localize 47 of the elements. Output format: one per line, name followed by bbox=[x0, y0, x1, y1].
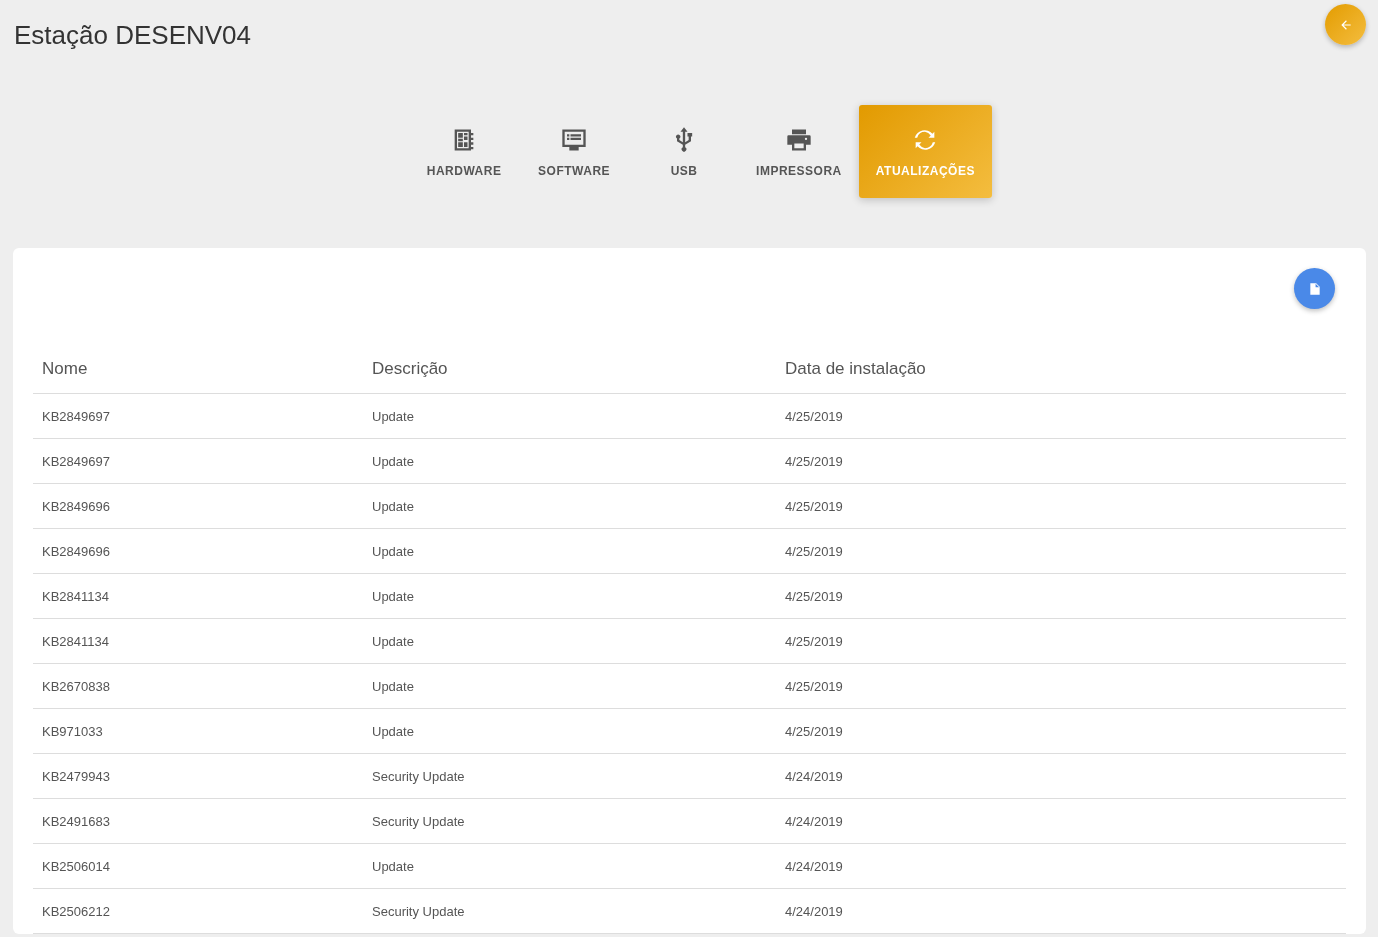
table-cell: 4/25/2019 bbox=[776, 618, 1346, 664]
table-cell: KB2849697 bbox=[33, 438, 363, 484]
table-cell: 4/25/2019 bbox=[776, 393, 1346, 439]
table-cell: Update bbox=[363, 708, 776, 754]
table-cell: 4/24/2019 bbox=[776, 753, 1346, 799]
table-cell: 4/24/2019 bbox=[776, 888, 1346, 934]
column-header: Nome bbox=[33, 345, 363, 394]
table-cell: Security Update bbox=[363, 798, 776, 844]
table-cell: KB2841134 bbox=[33, 618, 363, 664]
tab[interactable]: SOFTWARE bbox=[519, 105, 630, 198]
table-cell: 4/25/2019 bbox=[776, 438, 1346, 484]
table-cell: Update bbox=[363, 663, 776, 709]
table-cell: KB2506014 bbox=[33, 843, 363, 889]
tab[interactable]: IMPRESSORA bbox=[739, 105, 859, 198]
table-cell: Update bbox=[363, 438, 776, 484]
table-cell: KB971033 bbox=[33, 708, 363, 754]
table-cell: 4/25/2019 bbox=[776, 573, 1346, 619]
table-cell: KB2479943 bbox=[33, 753, 363, 799]
table-cell: Update bbox=[363, 618, 776, 664]
table-cell: Update bbox=[363, 573, 776, 619]
table-cell: Update bbox=[363, 393, 776, 439]
table-cell: KB2491683 bbox=[33, 798, 363, 844]
table-cell: 4/25/2019 bbox=[776, 708, 1346, 754]
table-cell: Update bbox=[363, 528, 776, 574]
table-cell: 4/24/2019 bbox=[776, 843, 1346, 889]
table-cell: Update bbox=[363, 843, 776, 889]
table-cell: KB2506212 bbox=[33, 888, 363, 934]
table-cell: KB2849696 bbox=[33, 483, 363, 529]
table-cell: 4/25/2019 bbox=[776, 483, 1346, 529]
table-cell: Security Update bbox=[363, 888, 776, 934]
column-header: Data de instalação bbox=[776, 345, 1346, 394]
document-icon bbox=[1307, 281, 1322, 296]
page-title: Estação DESENV04 bbox=[14, 20, 251, 51]
export-document-button[interactable] bbox=[1294, 268, 1335, 309]
column-header: Descrição bbox=[363, 345, 776, 394]
table-cell: KB2849697 bbox=[33, 393, 363, 439]
back-button[interactable] bbox=[1325, 4, 1366, 45]
table-cell: KB2670838 bbox=[33, 663, 363, 709]
table-cell: KB2841134 bbox=[33, 573, 363, 619]
tab[interactable]: HARDWARE bbox=[409, 105, 520, 198]
table-cell: 4/25/2019 bbox=[776, 528, 1346, 574]
table-cell: 4/24/2019 bbox=[776, 798, 1346, 844]
table-cell: Security Update bbox=[363, 753, 776, 799]
table-cell: KB2849696 bbox=[33, 528, 363, 574]
table-cell: 4/25/2019 bbox=[776, 663, 1346, 709]
table-cell: Update bbox=[363, 483, 776, 529]
tab[interactable]: USB bbox=[629, 105, 740, 198]
